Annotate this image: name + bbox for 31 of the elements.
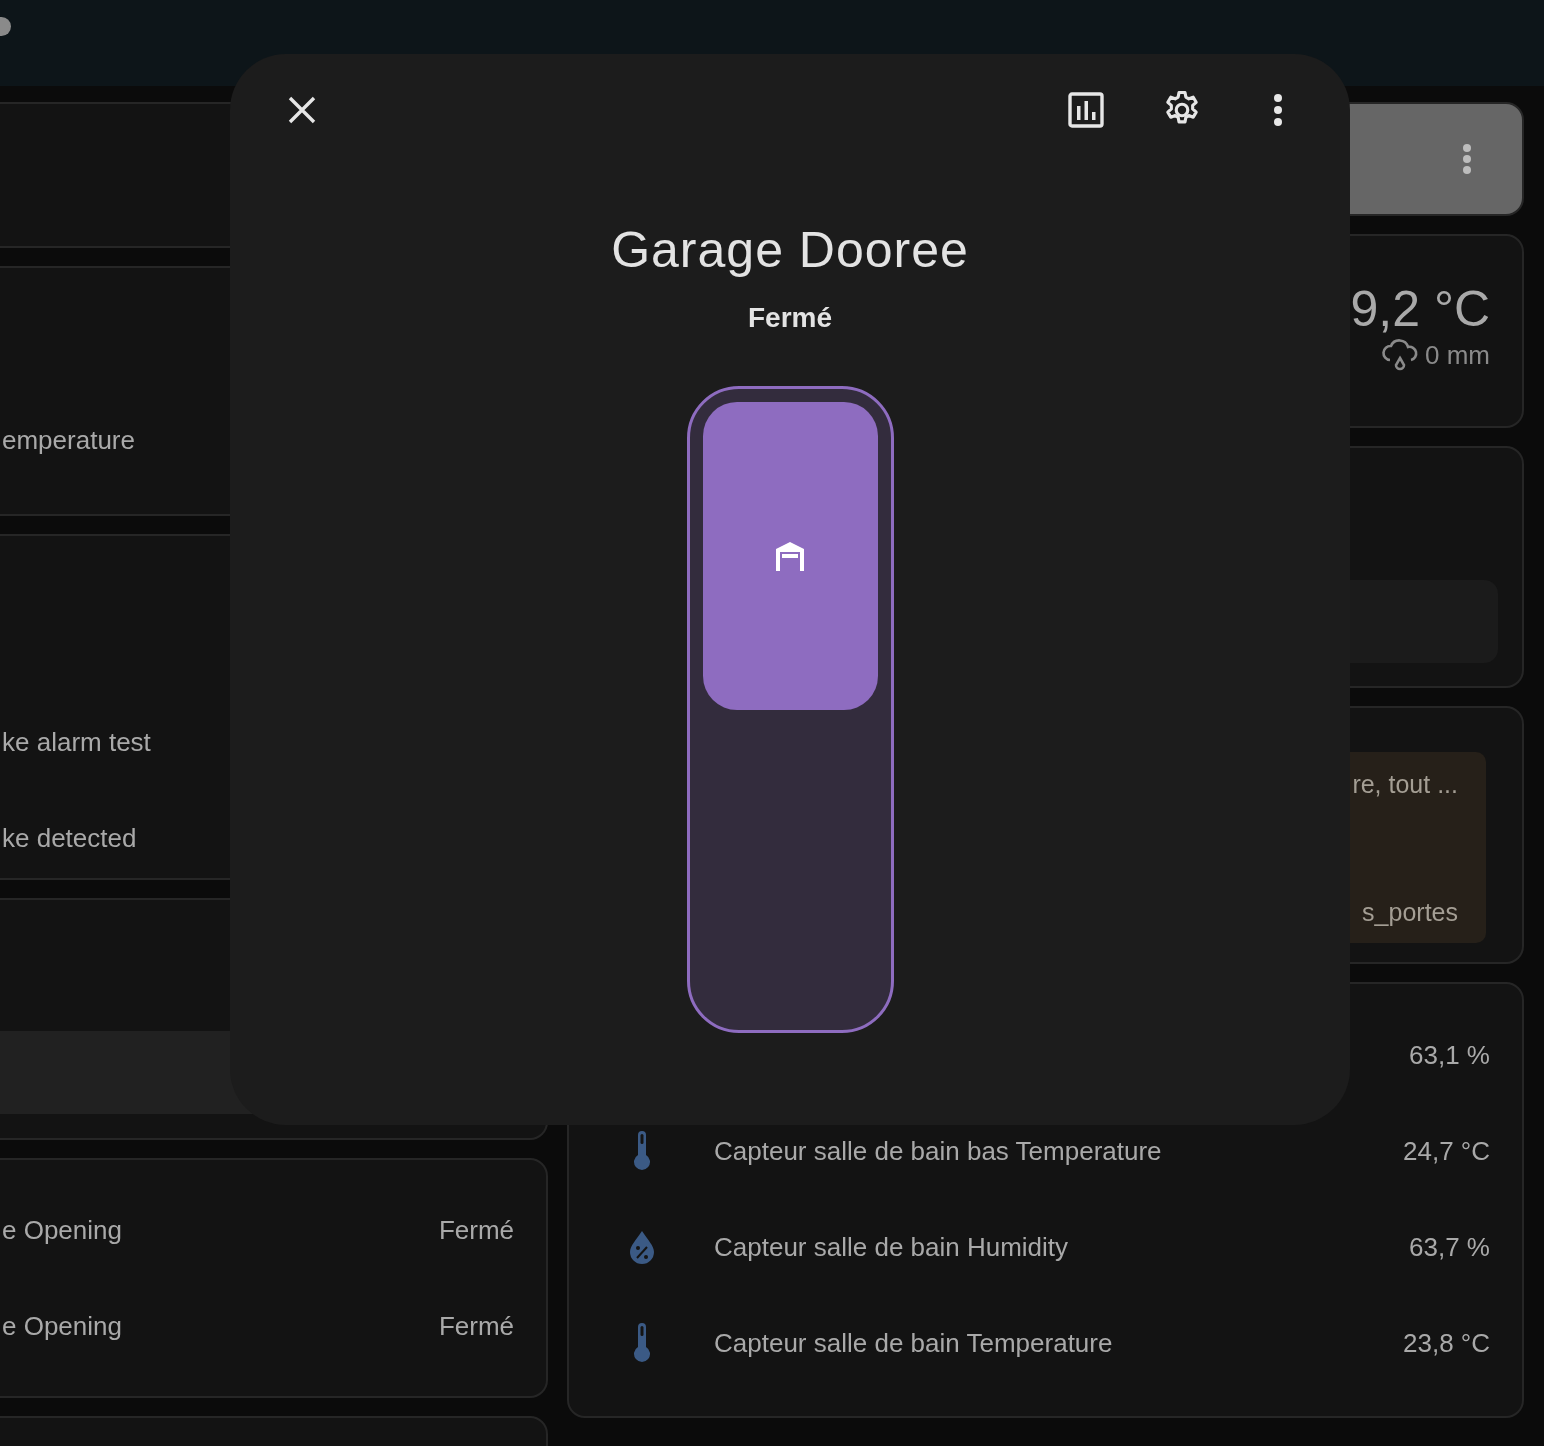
- thermometer-icon: [631, 1131, 652, 1171]
- bar-chart-icon: [1068, 92, 1104, 128]
- more-icon[interactable]: [1462, 144, 1472, 174]
- entity-name: e Opening: [2, 1310, 122, 1342]
- entity-name: ke detected: [2, 822, 137, 854]
- cloud-rain-icon: [1381, 338, 1419, 372]
- notification-text: s_portes: [1362, 898, 1458, 927]
- sensor-value: 63,1 %: [1409, 1039, 1490, 1071]
- sensor-value: 24,7 °C: [1403, 1135, 1490, 1167]
- entity-state: Fermé: [438, 1310, 514, 1342]
- thermometer-icon: [631, 1323, 652, 1363]
- sensor-value: 23,8 °C: [1403, 1327, 1490, 1359]
- slider-track[interactable]: [686, 386, 894, 1033]
- notification-text: re, tout ...: [1352, 770, 1458, 799]
- entity-state: Fermé: [438, 1214, 514, 1246]
- sensor-name: Capteur salle de bain bas Temperature: [714, 1135, 1162, 1167]
- sensor-name: Capteur salle de bain Temperature: [714, 1327, 1113, 1359]
- entity-state: Fermé: [747, 301, 832, 335]
- garage-icon: [775, 540, 805, 572]
- entity-name: emperature: [2, 425, 135, 456]
- humidity-icon: [627, 1230, 656, 1264]
- close-icon: [287, 95, 317, 125]
- more-icon: [1273, 93, 1283, 127]
- entity-name: e Opening: [2, 1214, 122, 1246]
- precipitation-value: 0 mm: [1425, 339, 1490, 371]
- dialog-title: Garage Dooree: [611, 221, 969, 279]
- entity-name: ke alarm test: [2, 726, 151, 758]
- sensor-name: Capteur salle de bain Humidity: [714, 1231, 1069, 1263]
- temperature-value: 9,2 °C: [1350, 280, 1490, 338]
- sensor-value: 63,7 %: [1409, 1231, 1490, 1263]
- slider-thumb[interactable]: [702, 402, 878, 710]
